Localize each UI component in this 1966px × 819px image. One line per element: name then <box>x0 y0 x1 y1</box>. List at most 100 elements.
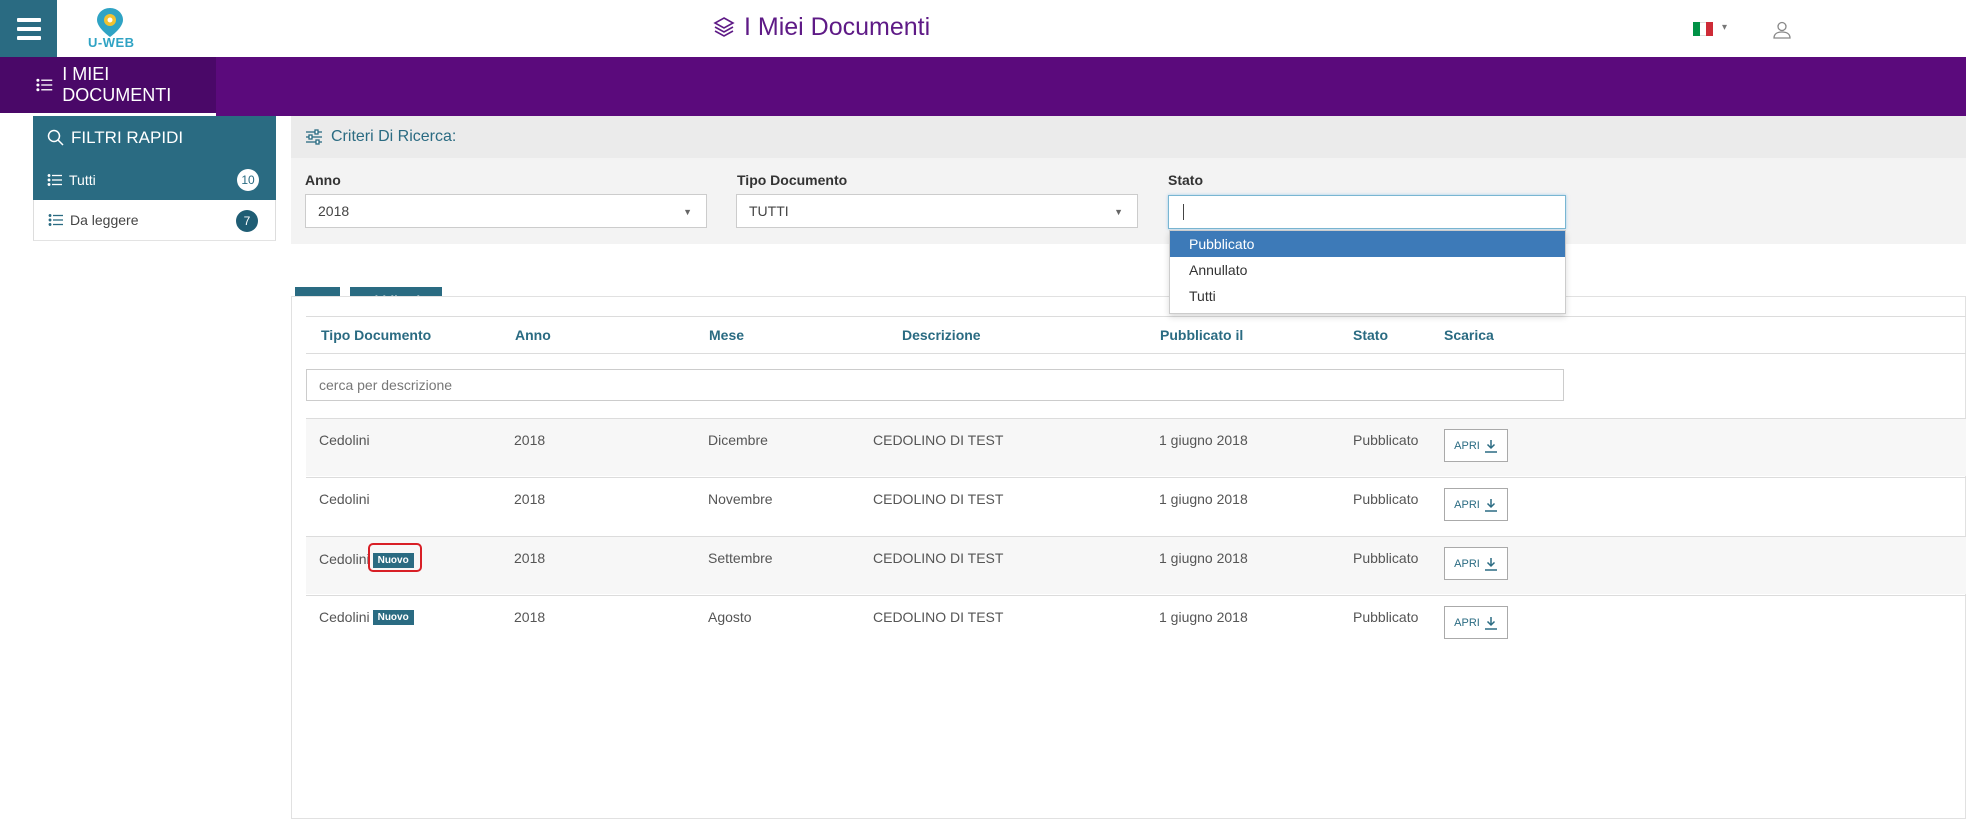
main-navbar: I MIEI DOCUMENTI <box>0 57 1966 116</box>
logo-text: U-WEB <box>88 35 135 50</box>
table-row: Cedolini Nuovo 2018 Agosto CEDOLINO DI T… <box>306 595 1966 653</box>
tipo-documento-label: Tipo Documento <box>737 172 848 188</box>
cell-stato: Pubblicato <box>1353 550 1419 566</box>
cell-descrizione: CEDOLINO DI TEST <box>873 491 1004 507</box>
chevron-down-icon: ▼ <box>683 207 692 217</box>
search-icon <box>47 129 64 146</box>
anno-select[interactable]: 2018 ▼ <box>305 194 707 228</box>
table-row: Cedolini 2018 Dicembre CEDOLINO DI TEST … <box>306 418 1966 476</box>
cell-mese: Novembre <box>708 491 773 507</box>
tipo-text: Cedolini <box>319 551 370 567</box>
table-row: Cedolini Nuovo 2018 Settembre CEDOLINO D… <box>306 536 1966 594</box>
column-header-descrizione[interactable]: Descrizione <box>902 316 981 354</box>
download-icon <box>1484 557 1497 571</box>
column-header-stato[interactable]: Stato <box>1353 316 1388 354</box>
quick-filters-sidebar: FILTRI RAPIDI Tutti 10 Da leggere 7 <box>33 116 276 241</box>
list-icon <box>48 214 63 226</box>
cell-tipo: Cedolini Nuovo <box>319 543 422 572</box>
chevron-down-icon: ▼ <box>1114 207 1123 217</box>
cell-mese: Settembre <box>708 550 773 566</box>
sliders-icon <box>306 129 322 145</box>
sidebar-item-tutti[interactable]: Tutti 10 <box>33 159 276 200</box>
cell-pubblicato-il: 1 giugno 2018 <box>1159 432 1248 448</box>
download-icon <box>1484 616 1497 630</box>
cell-pubblicato-il: 1 giugno 2018 <box>1159 550 1248 566</box>
quick-filters-header: FILTRI RAPIDI <box>33 116 276 159</box>
stato-input[interactable] <box>1168 195 1566 229</box>
tipo-documento-value: TUTTI <box>749 203 789 219</box>
download-icon <box>1484 498 1497 512</box>
layers-icon <box>713 17 735 37</box>
tipo-documento-select[interactable]: TUTTI ▼ <box>736 194 1138 228</box>
cell-anno: 2018 <box>514 609 546 625</box>
sidebar-item-label: Tutti <box>69 171 96 188</box>
new-badge: Nuovo <box>372 609 414 625</box>
open-button[interactable]: APRI <box>1444 488 1508 521</box>
open-label: APRI <box>1454 616 1480 629</box>
download-icon <box>1484 439 1497 453</box>
stato-option-tutti[interactable]: Tutti <box>1170 283 1565 309</box>
table-row: Cedolini 2018 Novembre CEDOLINO DI TEST … <box>306 477 1966 535</box>
anno-value: 2018 <box>318 203 350 219</box>
column-header-scarica: Scarica <box>1444 327 1494 343</box>
text-cursor <box>1183 204 1184 220</box>
cell-pubblicato-il: 1 giugno 2018 <box>1159 609 1248 625</box>
cell-tipo: Cedolini <box>319 432 370 448</box>
cell-pubblicato-il: 1 giugno 2018 <box>1159 491 1248 507</box>
quick-filters-title: FILTRI RAPIDI <box>71 127 184 147</box>
column-header-mese[interactable]: Mese <box>709 316 744 354</box>
open-button[interactable]: APRI <box>1444 606 1508 639</box>
open-button[interactable]: APRI <box>1444 547 1508 580</box>
stato-label: Stato <box>1168 172 1203 188</box>
menu-toggle-button[interactable] <box>0 0 57 57</box>
open-label: APRI <box>1454 557 1480 570</box>
tipo-text: Cedolini <box>319 491 370 507</box>
cell-stato: Pubblicato <box>1353 491 1419 507</box>
italian-flag-icon[interactable] <box>1693 22 1714 36</box>
stato-dropdown: Pubblicato Annullato Tutti <box>1169 230 1566 314</box>
sidebar-item-label: Da leggere <box>70 212 139 228</box>
page-title: I Miei Documenti <box>712 10 930 44</box>
open-label: APRI <box>1454 498 1480 511</box>
cell-tipo: Cedolini Nuovo <box>319 609 414 625</box>
column-header-pubblicato-il[interactable]: Pubblicato il <box>1160 316 1243 354</box>
cell-stato: Pubblicato <box>1353 609 1419 625</box>
cell-descrizione: CEDOLINO DI TEST <box>873 609 1004 625</box>
new-badge-wrapper: Nuovo <box>367 543 422 572</box>
top-header: U-WEB I Miei Documenti ▾ <box>0 0 1966 57</box>
language-caret-icon[interactable]: ▾ <box>1722 22 1727 33</box>
tipo-text: Cedolini <box>319 609 370 625</box>
search-criteria-title: Criteri Di Ricerca: <box>331 128 457 145</box>
description-search-box <box>306 369 1564 401</box>
cell-anno: 2018 <box>514 432 546 448</box>
cell-descrizione: CEDOLINO DI TEST <box>873 432 1004 448</box>
divider <box>306 353 1966 354</box>
stato-option-pubblicato[interactable]: Pubblicato <box>1170 231 1565 257</box>
search-criteria-header: Criteri Di Ricerca: <box>291 116 1966 158</box>
cell-descrizione: CEDOLINO DI TEST <box>873 550 1004 566</box>
tab-label: I MIEI DOCUMENTI <box>62 64 172 105</box>
count-badge: 10 <box>237 169 259 191</box>
count-badge: 7 <box>236 210 258 232</box>
annotation-highlight <box>367 543 422 572</box>
sidebar-item-da-leggere[interactable]: Da leggere 7 <box>33 200 276 241</box>
cell-anno: 2018 <box>514 550 546 566</box>
list-icon <box>36 78 53 92</box>
list-icon <box>47 173 62 186</box>
hamburger-bar <box>16 35 41 40</box>
cell-anno: 2018 <box>514 491 546 507</box>
description-search-input[interactable] <box>307 370 1563 400</box>
open-button[interactable]: APRI <box>1444 429 1508 462</box>
column-header-anno[interactable]: Anno <box>515 316 551 354</box>
column-header-tipo[interactable]: Tipo Documento <box>321 316 431 354</box>
stato-option-annullato[interactable]: Annullato <box>1170 257 1565 283</box>
cell-mese: Agosto <box>708 609 752 625</box>
tipo-text: Cedolini <box>319 432 370 448</box>
open-label: APRI <box>1454 439 1480 452</box>
tab-i-miei-documenti[interactable]: I MIEI DOCUMENTI <box>0 57 216 116</box>
user-icon[interactable] <box>1770 18 1794 42</box>
cell-stato: Pubblicato <box>1353 432 1419 448</box>
anno-label: Anno <box>305 172 341 188</box>
hamburger-bar <box>16 17 41 22</box>
divider <box>306 316 1966 317</box>
